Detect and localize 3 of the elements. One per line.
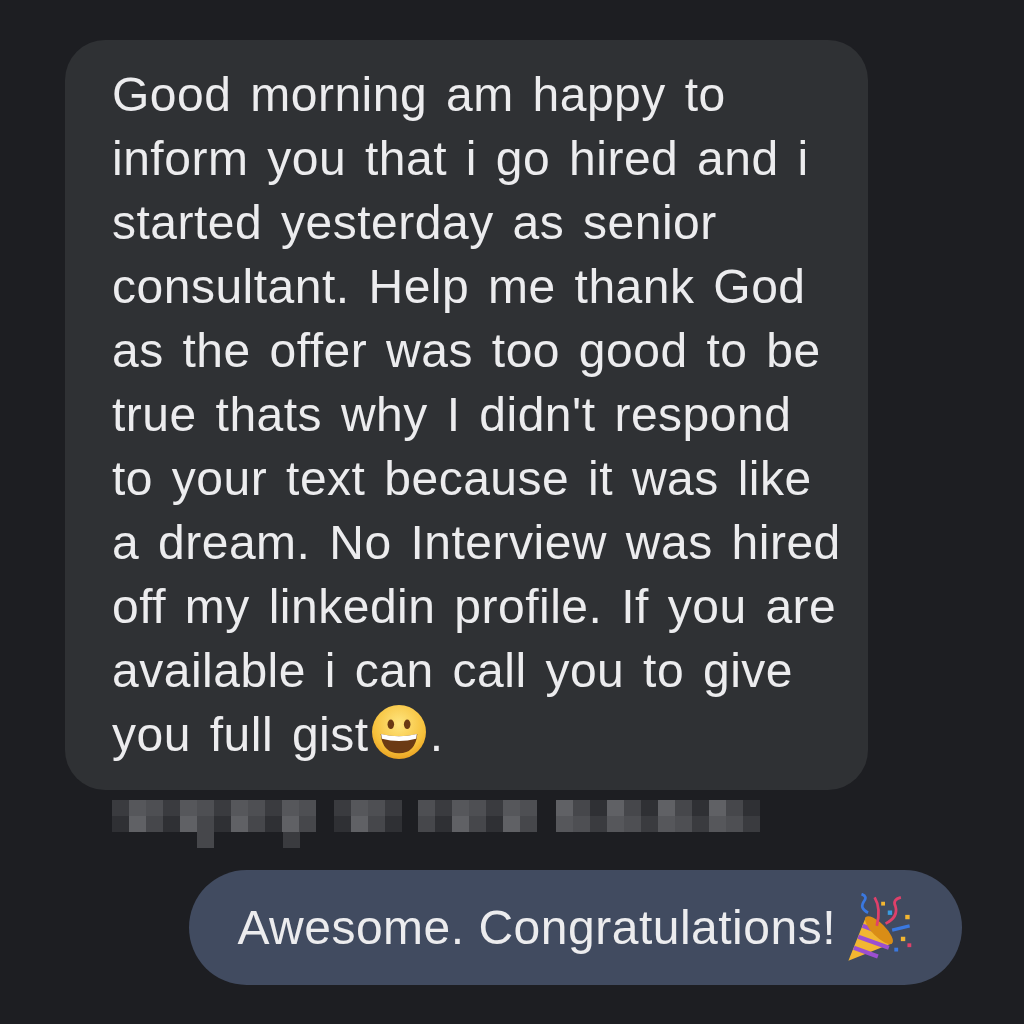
grinning-face-icon bbox=[371, 705, 426, 759]
message-text: Awesome. Congratulations! bbox=[237, 900, 836, 955]
message-text: Good morning am happy to inform you that i go hired and i started yesterday as senior consultant. Help me thank God as the offer was too good to be true thats why I didn't respond to your text because it was like a dream. No Interview was hired off my linkedin profile. If you are available i can call you to give you full gist . bbox=[112, 67, 842, 763]
